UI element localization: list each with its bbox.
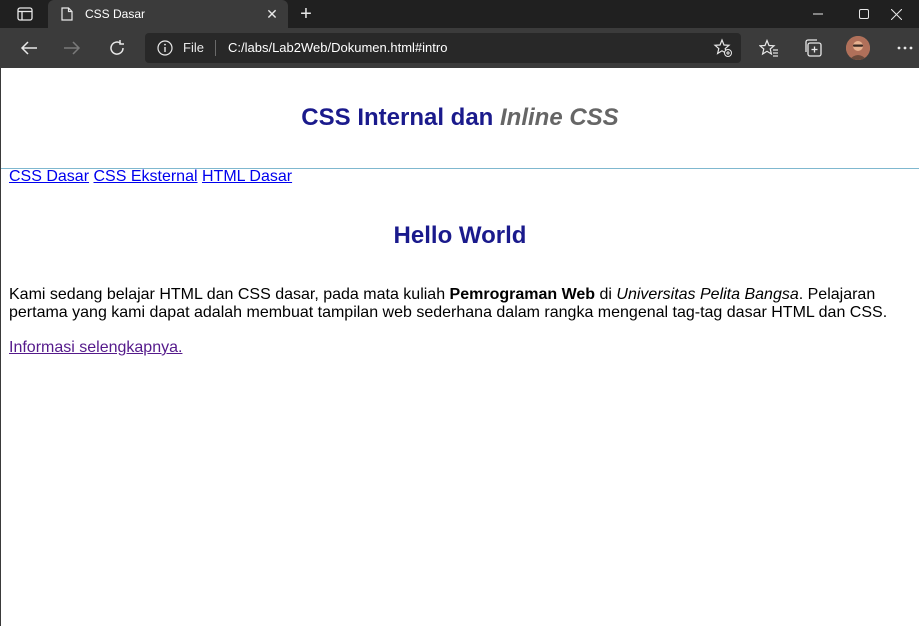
add-favorite-icon[interactable]: [713, 38, 733, 58]
tab-title: CSS Dasar: [85, 7, 146, 21]
new-tab-icon[interactable]: +: [294, 3, 318, 25]
back-icon[interactable]: [14, 33, 44, 63]
page-icon: [60, 7, 74, 21]
info-icon[interactable]: [157, 40, 173, 56]
nav-link-css-eksternal[interactable]: CSS Eksternal: [93, 168, 197, 185]
title-bar: CSS Dasar ✕ +: [0, 0, 919, 28]
collections-icon[interactable]: [798, 33, 828, 63]
intro-paragraph: Kami sedang belajar HTML dan CSS dasar, …: [9, 286, 904, 322]
paragraph-bold: Pemrograman Web: [449, 286, 596, 303]
page-title-main: CSS Internal dan: [301, 104, 500, 131]
profile-avatar[interactable]: [846, 36, 870, 60]
window-close-icon[interactable]: [873, 0, 919, 28]
refresh-icon[interactable]: [102, 33, 132, 63]
close-tab-icon[interactable]: ✕: [262, 4, 282, 24]
browser-toolbar: File C:/labs/Lab2Web/Dokumen.html#intro: [0, 28, 919, 68]
nav-links: CSS Dasar CSS Eksternal HTML Dasar: [9, 168, 292, 186]
paragraph-italic: Universitas Pelita Bangsa: [616, 286, 799, 303]
address-bar[interactable]: File C:/labs/Lab2Web/Dokumen.html#intro: [145, 33, 741, 63]
nav-link-html-dasar[interactable]: HTML Dasar: [202, 168, 292, 185]
paragraph-text-2: di: [595, 286, 617, 303]
page-header: CSS Internal dan Inline CSS: [1, 68, 919, 169]
minimize-icon[interactable]: [795, 0, 841, 28]
intro-heading: Hello World: [393, 222, 527, 249]
address-url[interactable]: C:/labs/Lab2Web/Dokumen.html#intro: [228, 40, 447, 55]
more-info-link[interactable]: Informasi selengkapnya.: [9, 339, 182, 357]
nav-link-css-dasar[interactable]: CSS Dasar: [9, 168, 89, 185]
page-title: CSS Internal dan Inline CSS: [1, 104, 919, 132]
page-title-italic: Inline CSS: [500, 104, 619, 131]
address-file-label: File: [183, 40, 204, 55]
browser-tab[interactable]: CSS Dasar ✕: [48, 0, 288, 28]
tab-actions-icon[interactable]: [10, 4, 40, 24]
forward-icon[interactable]: [57, 33, 87, 63]
paragraph-text-1: Kami sedang belajar HTML dan CSS dasar, …: [9, 286, 450, 303]
more-options-icon[interactable]: [890, 33, 919, 63]
page-viewport: CSS Internal dan Inline CSS CSS Dasar CS…: [0, 68, 919, 626]
favorites-icon[interactable]: [754, 33, 784, 63]
address-separator: [215, 40, 216, 56]
